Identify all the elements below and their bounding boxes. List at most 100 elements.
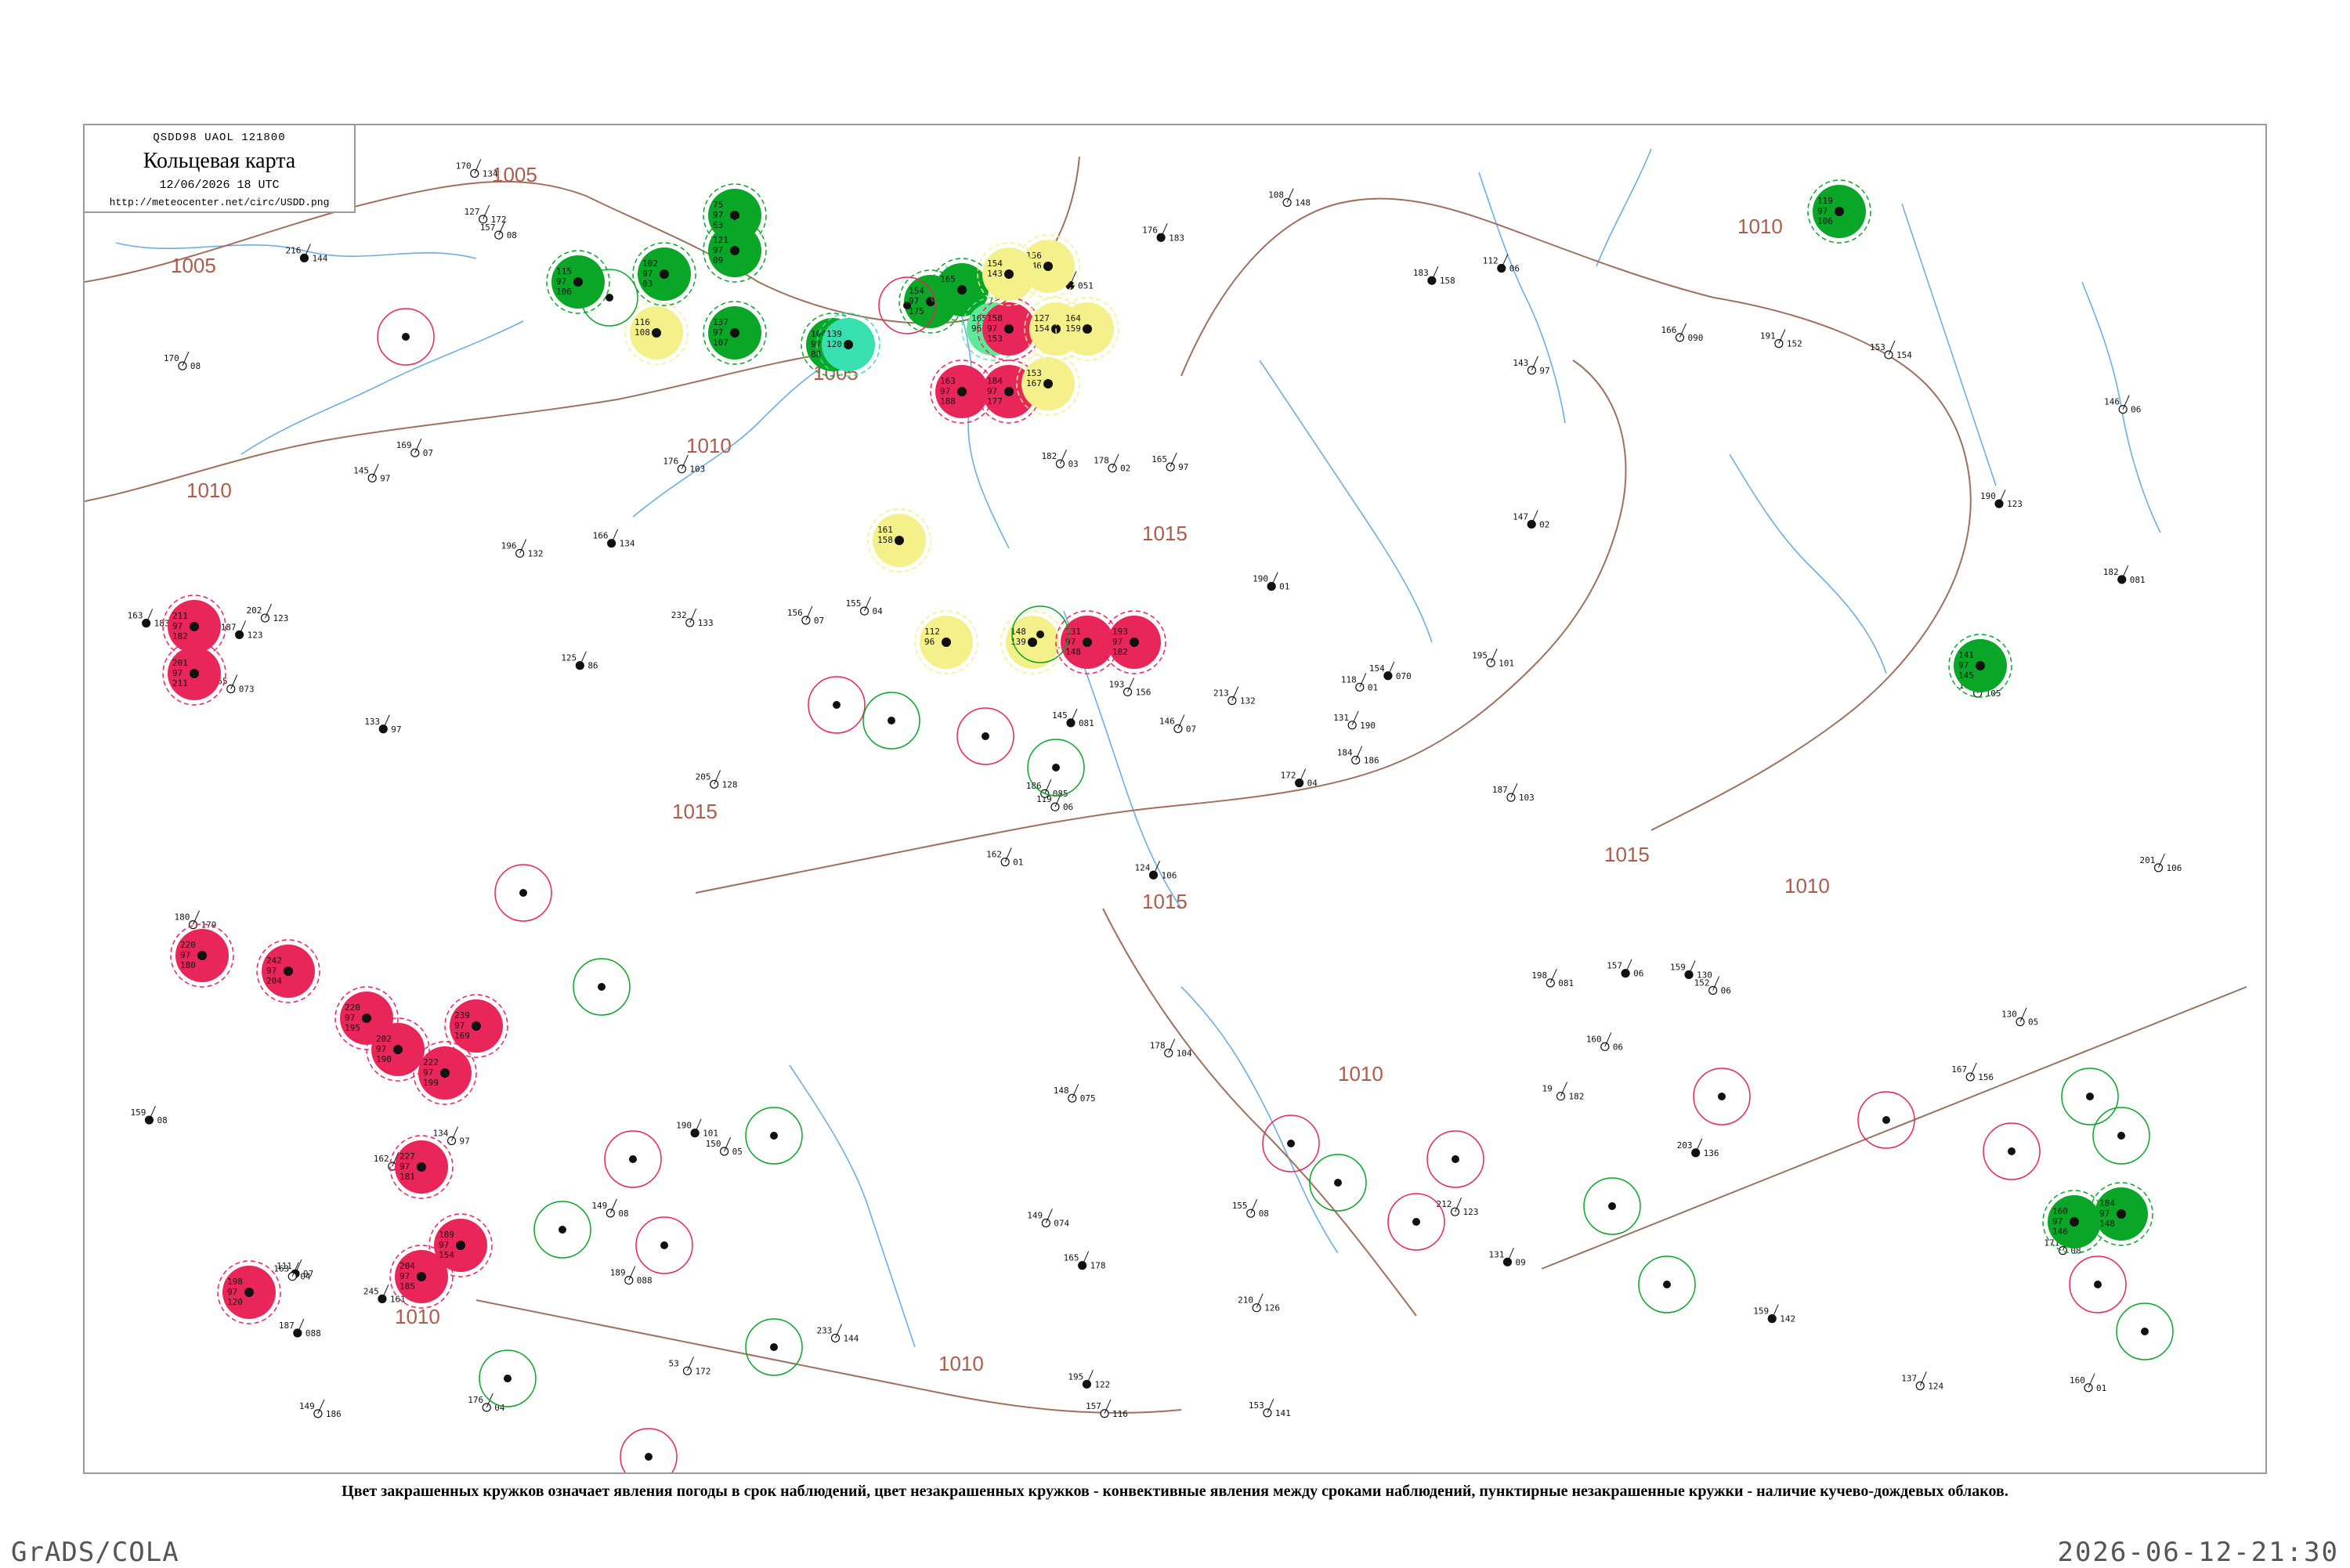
- plain-station: 201 106: [2139, 853, 2182, 873]
- station-value: 146: [1159, 716, 1175, 726]
- station-plot: 161158: [867, 508, 931, 573]
- station-value: 187: [221, 622, 237, 632]
- station-value: 118: [1341, 674, 1357, 685]
- plain-station: 182 081: [2103, 565, 2146, 585]
- station-value: 106: [2166, 863, 2182, 873]
- station-value: 97: [439, 1240, 449, 1250]
- plain-station: 127 172: [465, 204, 507, 225]
- plain-station: 190 123: [1980, 489, 2023, 509]
- plain-station: 165 97: [1152, 452, 1188, 472]
- station-value: 02: [1120, 464, 1130, 474]
- station-value: 143: [1513, 358, 1528, 368]
- station-value: 01: [2096, 1383, 2106, 1393]
- station-value: 165: [1064, 1253, 1079, 1263]
- plain-station: 193 156: [1109, 677, 1152, 697]
- station-value: 162: [374, 1154, 389, 1164]
- plain-station: 153 141: [1249, 1398, 1291, 1418]
- station-value: 97: [266, 966, 277, 976]
- station-value: 106: [1162, 870, 1177, 880]
- station-marker: [1148, 870, 1159, 880]
- plain-station: 159 130: [1670, 960, 1712, 980]
- plain-station: 191 152: [1760, 329, 1802, 349]
- station-value: 04: [300, 1272, 311, 1282]
- station-value: 179: [201, 920, 216, 930]
- station-marker: [417, 1272, 426, 1281]
- station-value: 124: [1135, 862, 1151, 873]
- station-value: 149: [591, 1201, 607, 1211]
- station-value: 08: [618, 1209, 628, 1219]
- station-value: 232: [671, 610, 687, 620]
- station-value: 97: [172, 621, 183, 631]
- station-value: 073: [239, 685, 255, 695]
- station-value: 101: [1499, 658, 1514, 668]
- plain-station: 178 02: [1094, 453, 1130, 474]
- station-marker: [903, 302, 911, 309]
- station-value: 172: [1281, 771, 1296, 781]
- station-marker: [629, 1155, 637, 1163]
- station-marker: [197, 951, 207, 960]
- station-value: 120: [826, 339, 842, 349]
- plain-station: 169 07: [396, 438, 433, 458]
- station-value: 75: [713, 200, 723, 210]
- station-value: 03: [1068, 459, 1078, 469]
- map-header: QSDD98 UAOL 121800 Кольцевая карта 12/06…: [85, 125, 356, 213]
- plain-station: 143 97: [1513, 356, 1550, 376]
- station-value: 02: [1539, 519, 1549, 529]
- station-value: 05: [2028, 1017, 2038, 1028]
- station-value: 155: [846, 598, 862, 609]
- station-value: 108: [634, 327, 650, 338]
- station-plot: 11296: [914, 610, 978, 674]
- station-value: 05: [732, 1147, 743, 1157]
- station-value: 148: [2099, 1219, 2115, 1229]
- station-value: 137: [1901, 1373, 1917, 1383]
- plain-station: 149 08: [591, 1198, 629, 1219]
- station-value: 239: [454, 1010, 470, 1021]
- station-value: 156: [1136, 687, 1152, 697]
- plain-station: 170 08: [164, 351, 201, 371]
- station-value: 97: [811, 339, 821, 349]
- station-marker: [2070, 1217, 2079, 1227]
- station-value: 163: [273, 1264, 289, 1274]
- isobar-label: 1015: [672, 800, 718, 823]
- station-plot: 22097180: [170, 923, 234, 988]
- station-value: 190: [376, 1054, 392, 1064]
- station-value: 189: [610, 1268, 626, 1278]
- station-value: 198: [227, 1277, 243, 1287]
- station-value: 153: [1249, 1400, 1264, 1411]
- station-marker: [730, 211, 739, 220]
- isobar-label: 1005: [492, 163, 537, 186]
- station-value: 203: [1677, 1140, 1693, 1151]
- station-value: 97: [227, 1287, 237, 1297]
- plain-station: 154 070: [1369, 661, 1412, 681]
- station-value: 08: [157, 1115, 167, 1125]
- station-value: 187: [279, 1321, 295, 1331]
- station-value: 154: [439, 1250, 454, 1260]
- plain-station: 195 101: [1472, 649, 1514, 668]
- station-value: 145: [1052, 710, 1068, 721]
- plain-station: 190 101: [676, 1118, 718, 1139]
- station-value: 090: [1687, 333, 1703, 343]
- plain-station: 210 126: [1238, 1293, 1280, 1313]
- station-marker: [1994, 499, 2004, 508]
- station-marker: [888, 717, 895, 724]
- station-value: 130: [2001, 1010, 2017, 1020]
- station-value: 97: [2099, 1209, 2110, 1219]
- station-plot: 18497148: [2089, 1182, 2153, 1246]
- isobar-1010-south: [475, 1299, 1182, 1414]
- station-value: 189: [439, 1230, 454, 1240]
- station-value: 198: [1531, 970, 1547, 981]
- station-value: 088: [306, 1328, 321, 1339]
- station-value: 177: [987, 396, 1003, 406]
- station-value: 153: [1870, 342, 1885, 352]
- station-plot: 11597106: [546, 250, 610, 314]
- station-marker: [1287, 1140, 1295, 1147]
- river: [1596, 148, 1652, 267]
- station-value: 160: [1586, 1034, 1602, 1044]
- station-value: 04: [1307, 779, 1318, 789]
- station-value: 96: [924, 637, 935, 647]
- station-marker: [2141, 1328, 2149, 1335]
- plain-station: 205 128: [696, 770, 738, 789]
- station-value: 06: [1509, 264, 1520, 274]
- station-value: 165: [940, 274, 956, 284]
- plain-station: 165 178: [1064, 1251, 1106, 1271]
